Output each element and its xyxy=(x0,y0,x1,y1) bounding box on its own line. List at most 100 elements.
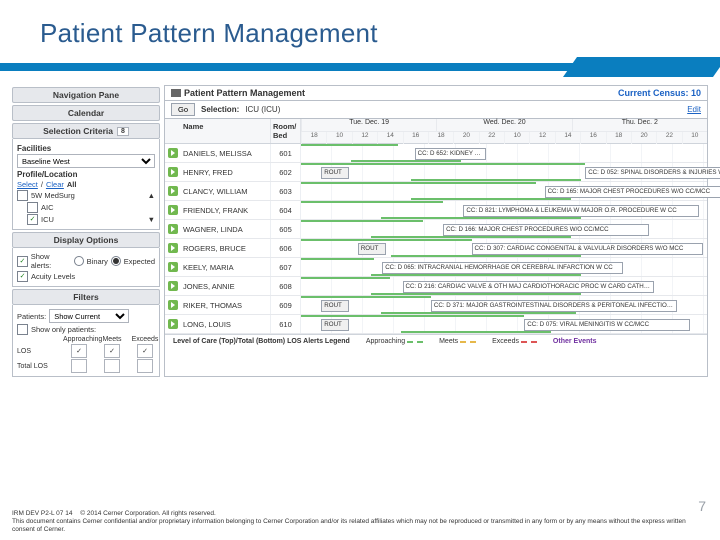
nav-pane-header[interactable]: Navigation Pane xyxy=(12,87,160,103)
timeline-event[interactable]: ROUT xyxy=(321,300,349,312)
facility-select[interactable]: Baseline West xyxy=(17,154,155,168)
timeline-lane[interactable]: ROUT CC: D 075: VIRAL MENINGITIS W CC/MCC xyxy=(301,315,707,333)
col-name-header[interactable]: Name xyxy=(181,119,271,143)
checkbox-only-patients[interactable] xyxy=(17,324,28,335)
filters-panel: Patients: Show Current Show only patient… xyxy=(12,305,160,377)
timeline-event[interactable]: CC: D 052: SPINAL DISORDERS & INJURIES W… xyxy=(585,167,720,179)
select-link[interactable]: Select xyxy=(17,180,38,189)
patient-name: ROGERS, BRUCE xyxy=(181,239,271,257)
table-row[interactable]: LONG, LOUIS 610 ROUTCC: D 075: VIRAL MEN… xyxy=(165,315,707,334)
hour-tick: 10 xyxy=(504,132,529,144)
legend-bar: Level of Care (Top)/Total (Bottom) LOS A… xyxy=(165,334,707,348)
timeline-event[interactable]: CC: D 371: MAJOR GASTROINTESTINAL DISORD… xyxy=(431,300,677,312)
filter-los-exceeds[interactable]: ✓ xyxy=(137,344,153,358)
hour-tick: 12 xyxy=(352,132,377,144)
patients-select[interactable]: Show Current xyxy=(49,309,129,323)
slide-footer: IRM DEV P2-L 07 14 © 2014 Cerner Corpora… xyxy=(12,510,708,534)
timeline-lane[interactable]: CC: D 216: CARDIAC VALVE & OTH MAJ CARDI… xyxy=(301,277,707,295)
clear-link[interactable]: Clear xyxy=(46,180,64,189)
timeline-event[interactable]: ROUT xyxy=(321,319,349,331)
table-row[interactable]: KEELY, MARIA 607 CC: D 065: INTRACRANIAL… xyxy=(165,258,707,277)
filter-los-meets[interactable]: ✓ xyxy=(104,344,120,358)
room-number: 606 xyxy=(271,239,301,257)
go-button[interactable]: Go xyxy=(171,103,195,116)
criteria-panel: Facilities Baseline West Profile/Locatio… xyxy=(12,139,160,230)
timeline-lane[interactable]: ROUT CC: D 371: MAJOR GASTROINTESTINAL DI… xyxy=(301,296,707,314)
radio-expected[interactable] xyxy=(111,256,121,266)
expand-icon[interactable] xyxy=(168,148,178,158)
hour-tick: 16 xyxy=(580,132,605,144)
timeline-lane[interactable]: ROUTCC: D 052: SPINAL DISORDERS & INJURI… xyxy=(301,163,707,181)
timeline-lane[interactable]: CC: D 166: MAJOR CHEST PROCEDURES W/O CC… xyxy=(301,220,707,238)
checkbox-icon[interactable] xyxy=(17,190,28,201)
calendar-header[interactable]: Calendar xyxy=(12,105,160,121)
table-row[interactable]: HENRY, FRED 602 ROUTCC: D 052: SPINAL DI… xyxy=(165,163,707,182)
col-room-header[interactable]: Room/ Bed xyxy=(271,119,301,143)
expand-icon[interactable] xyxy=(168,300,178,310)
checkbox-show-alerts[interactable] xyxy=(17,256,28,267)
table-row[interactable]: CLANCY, WILLIAM 603 CC: D 165: MAJOR CHE… xyxy=(165,182,707,201)
selection-criteria-header[interactable]: Selection Criteria 8 xyxy=(12,123,160,139)
filter-total-approaching[interactable] xyxy=(71,359,87,373)
expand-icon[interactable] xyxy=(168,243,178,253)
app-icon xyxy=(171,89,181,97)
show-alerts-label: Show alerts: xyxy=(31,252,71,270)
filter-total-meets[interactable] xyxy=(104,359,120,373)
expand-icon[interactable] xyxy=(168,205,178,215)
display-options-header[interactable]: Display Options xyxy=(12,232,160,248)
timeline-lane[interactable]: ROUT CC: D 307: CARDIAC CONGENITAL & VALV… xyxy=(301,239,707,257)
expand-icon[interactable] xyxy=(168,319,178,329)
filter-los-approaching[interactable]: ✓ xyxy=(71,344,87,358)
patient-name: KEELY, MARIA xyxy=(181,258,271,276)
timeline-event[interactable]: CC: D 307: CARDIAC CONGENITAL & VALVULAR… xyxy=(472,243,703,255)
tree-item-icu[interactable]: ICU▼ xyxy=(17,214,155,225)
only-patients-label: Show only patients: xyxy=(31,325,96,334)
table-row[interactable]: RIKER, THOMAS 609 ROUTCC: D 371: MAJOR G… xyxy=(165,296,707,315)
timeline-event[interactable]: CC: D 075: VIRAL MENINGITIS W CC/MCC xyxy=(524,319,690,331)
all-label: All xyxy=(67,180,77,189)
tree-item-medsurg[interactable]: 5W MedSurg▲ xyxy=(17,190,155,201)
expand-icon[interactable] xyxy=(168,281,178,291)
tree-item-aic[interactable]: AIC xyxy=(17,202,155,213)
timeline-event[interactable]: CC: D 166: MAJOR CHEST PROCEDURES W/O CC… xyxy=(443,224,649,236)
table-row[interactable]: JONES, ANNIE 608 CC: D 216: CARDIAC VALV… xyxy=(165,277,707,296)
current-census-label: Current Census: 10 xyxy=(618,88,701,98)
table-row[interactable]: FRIENDLY, FRANK 604 CC: D 821: LYMPHOMA … xyxy=(165,201,707,220)
filter-total-exceeds[interactable] xyxy=(137,359,153,373)
expand-icon[interactable] xyxy=(168,167,178,177)
legend-approaching-icon xyxy=(407,341,423,343)
filters-header[interactable]: Filters xyxy=(12,289,160,305)
checkbox-checked-icon[interactable] xyxy=(27,214,38,225)
checkbox-icon[interactable] xyxy=(27,202,38,213)
timeline-event[interactable]: ROUT xyxy=(358,243,386,255)
table-row[interactable]: DANIELS, MELISSA 601 CC: D 652: KIDNEY T… xyxy=(165,144,707,163)
expand-icon[interactable] xyxy=(168,262,178,272)
legend-exceeds-icon xyxy=(521,341,537,343)
patient-name: HENRY, FRED xyxy=(181,163,271,181)
radio-binary[interactable] xyxy=(74,256,84,266)
timeline-grid: Name Room/ Bed Tue. Dec. 19Wed. Dec. 20T… xyxy=(165,119,707,334)
hour-tick: 16 xyxy=(403,132,428,144)
timeline-event[interactable]: CC: D 065: INTRACRANIAL HEMORRHAGE OR CE… xyxy=(382,262,623,274)
acuity-label: Acuity Levels xyxy=(31,272,75,281)
criteria-count-badge: 8 xyxy=(117,127,129,136)
timeline-lane[interactable]: CC: D 652: KIDNEY TRANSPLANT xyxy=(301,144,707,162)
timeline-event[interactable]: CC: D 652: KIDNEY TRANSPLANT xyxy=(415,148,486,160)
room-number: 603 xyxy=(271,182,301,200)
timeline-event[interactable]: ROUT xyxy=(321,167,349,179)
timeline-event[interactable]: CC: D 821: LYMPHOMA & LEUKEMIA W MAJOR O… xyxy=(463,205,699,217)
profile-location-label: Profile/Location xyxy=(17,170,155,179)
timeline-event[interactable]: CC: D 216: CARDIAC VALVE & OTH MAJ CARDI… xyxy=(403,281,654,293)
edit-link[interactable]: Edit xyxy=(687,105,701,114)
table-row[interactable]: WAGNER, LINDA 605 CC: D 166: MAJOR CHEST… xyxy=(165,220,707,239)
table-row[interactable]: ROGERS, BRUCE 606 ROUT CC: D 307: CARDIAC… xyxy=(165,239,707,258)
timeline-event[interactable]: CC: D 165: MAJOR CHEST PROCEDURES W/O CC… xyxy=(545,186,720,198)
timeline-lane[interactable]: CC: D 065: INTRACRANIAL HEMORRHAGE OR CE… xyxy=(301,258,707,276)
expand-icon[interactable] xyxy=(168,186,178,196)
timeline-lane[interactable]: CC: D 821: LYMPHOMA & LEUKEMIA W MAJOR O… xyxy=(301,201,707,219)
timeline-header: Tue. Dec. 19Wed. Dec. 20Thu. Dec. 2 1810… xyxy=(301,119,707,143)
expand-icon[interactable] xyxy=(168,224,178,234)
timeline-lane[interactable]: CC: D 165: MAJOR CHEST PROCEDURES W/O CC… xyxy=(301,182,707,200)
checkbox-acuity[interactable] xyxy=(17,271,28,282)
hour-tick: 14 xyxy=(377,132,402,144)
